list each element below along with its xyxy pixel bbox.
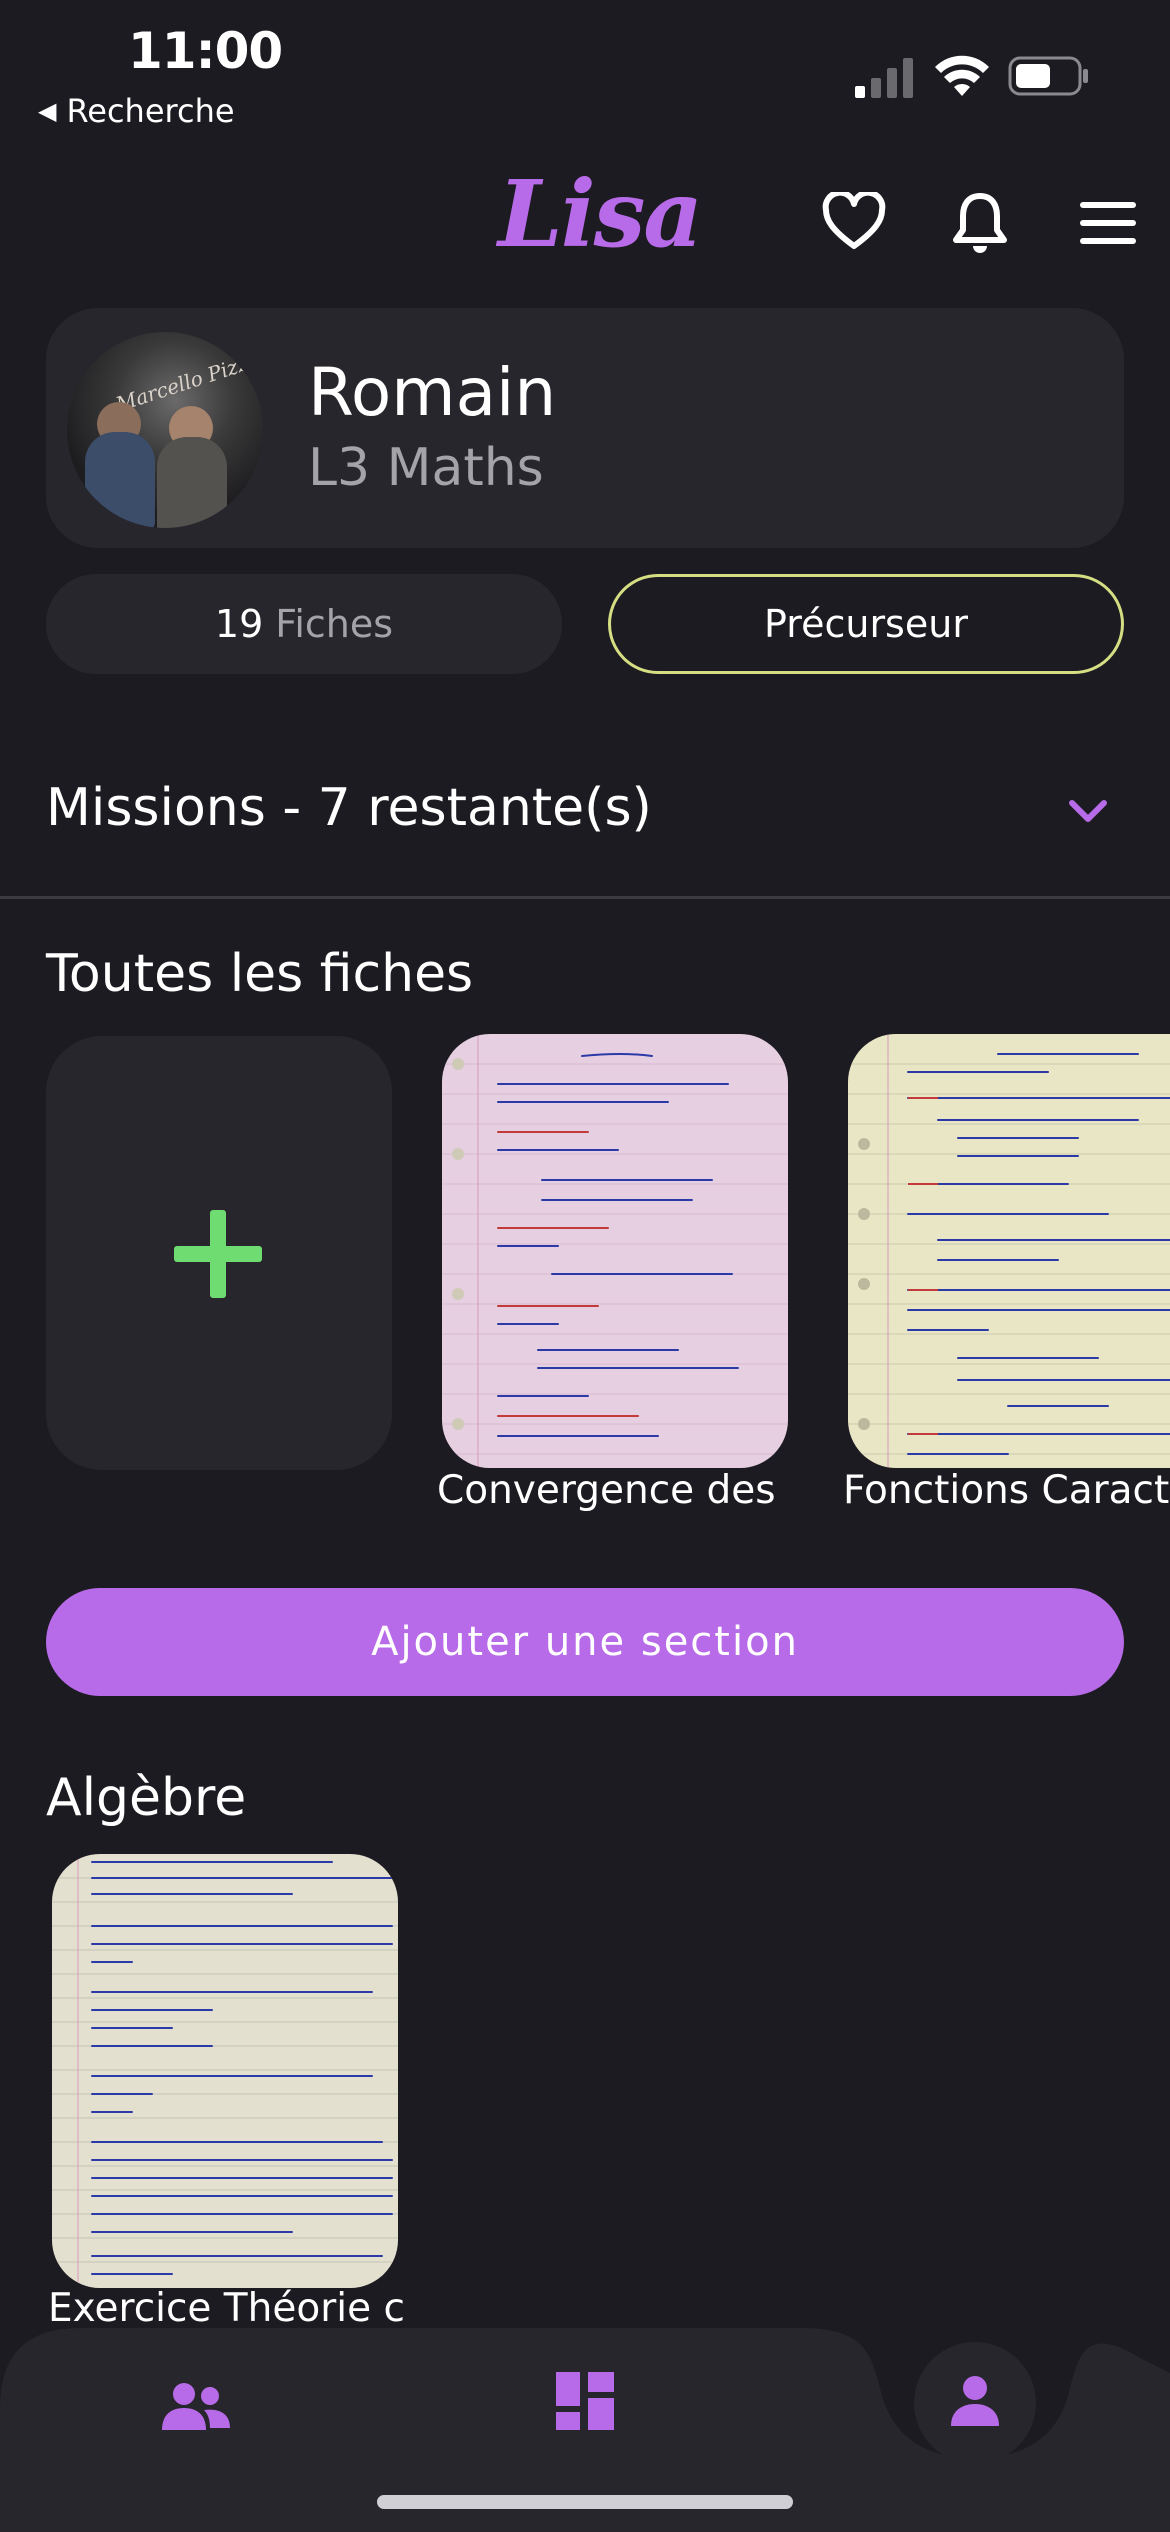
note-thumbnail[interactable] — [848, 1034, 1170, 1468]
home-indicator[interactable] — [377, 2495, 793, 2509]
note-title[interactable]: Fonctions Caract — [843, 1468, 1170, 1513]
wifi-icon — [935, 55, 989, 96]
heart-icon[interactable] — [822, 192, 886, 252]
divider — [0, 896, 1170, 899]
fiches-count-pill[interactable]: 19 Fiches — [46, 574, 562, 674]
plus-icon — [210, 1210, 226, 1298]
status-time: 11:00 — [128, 22, 283, 80]
fiches-label: Fiches — [275, 602, 394, 646]
back-arrow-icon: ◀ — [38, 97, 57, 125]
back-label: Recherche — [66, 92, 235, 130]
chevron-down-icon[interactable] — [1068, 798, 1108, 824]
avatar[interactable]: Marcello Pizza — [67, 332, 263, 528]
section-title-all: Toutes les fiches — [46, 944, 474, 1004]
note-thumbnail[interactable] — [52, 1854, 398, 2288]
handwritten-page-image — [848, 1034, 1170, 1468]
note-title[interactable]: Convergence des v — [437, 1468, 787, 1513]
badge-button[interactable]: Précurseur — [608, 574, 1124, 674]
menu-icon[interactable] — [1080, 200, 1136, 246]
profile-name: Romain — [308, 354, 557, 431]
missions-toggle[interactable]: Missions - 7 restante(s) — [46, 778, 652, 838]
handwritten-page-image — [52, 1854, 398, 2288]
app-logo: Lisa — [498, 160, 703, 268]
profile-icon — [951, 2376, 999, 2426]
back-to-search-link[interactable]: ◀ Recherche — [38, 92, 235, 130]
bell-icon[interactable] — [952, 190, 1008, 256]
profile-subtitle: L3 Maths — [308, 438, 544, 498]
profile-nav-button[interactable] — [914, 2342, 1036, 2464]
handwritten-page-image — [442, 1034, 788, 1468]
add-section-button[interactable]: Ajouter une section — [46, 1588, 1124, 1696]
battery-icon — [1008, 56, 1088, 96]
cellular-signal-icon — [855, 58, 913, 98]
community-icon[interactable] — [160, 2382, 232, 2432]
section-title-algebre: Algèbre — [46, 1768, 247, 1828]
dashboard-icon[interactable] — [556, 2372, 614, 2430]
fiches-count: 19 — [214, 602, 264, 646]
note-thumbnail[interactable] — [442, 1034, 788, 1468]
